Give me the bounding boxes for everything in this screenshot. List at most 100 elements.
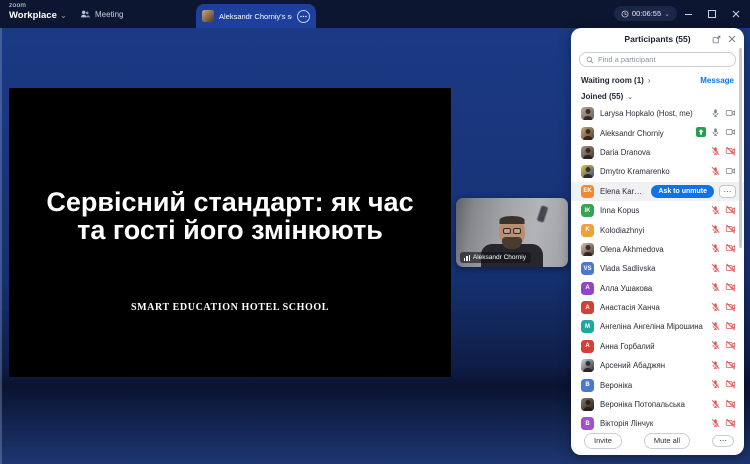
joined-section-row[interactable]: Joined (55) ⌄ — [571, 89, 744, 104]
slide-title-line2: та гості його змінюють — [9, 216, 451, 244]
participant-row[interactable]: AАнастасія Ханча — [571, 298, 744, 317]
mic-icon — [711, 105, 720, 123]
close-panel-icon[interactable] — [728, 35, 736, 43]
meeting-timer[interactable]: 00:06:55 ⌄ — [614, 6, 677, 21]
participant-avatar: A — [581, 282, 594, 295]
tab-meeting-label: Meeting — [95, 10, 123, 19]
close-window-button[interactable] — [724, 0, 748, 28]
camera-off-icon — [725, 221, 736, 239]
mic-muted-icon — [711, 376, 720, 394]
mic-muted-icon — [711, 279, 720, 297]
tab-shared-screen-label: Aleksandr Chorniy's screen — [219, 12, 292, 21]
logo-zoom-text: zoom — [9, 3, 57, 10]
mic-muted-icon — [711, 240, 720, 258]
close-icon — [732, 10, 740, 18]
share-tab-more-icon[interactable] — [297, 10, 310, 23]
participant-row[interactable]: Aleksandr Chorniy — [571, 123, 744, 142]
participant-avatar: VS — [581, 262, 594, 275]
mic-icon — [711, 124, 720, 142]
waiting-room-label: Waiting room (1) — [581, 76, 644, 85]
participant-row[interactable]: VSVlada Sadlivska — [571, 259, 744, 278]
participant-name: Dmytro Kramarenko — [600, 167, 705, 176]
participant-avatar — [581, 359, 594, 372]
share-tab-avatar — [202, 10, 214, 22]
camera-icon — [725, 163, 736, 181]
logo-workplace-text: Workplace — [9, 11, 57, 21]
zoom-workplace-logo: zoom Workplace — [9, 3, 57, 20]
clock-icon — [621, 10, 629, 18]
presenter-video-thumbnail[interactable]: Aleksandr Chorniy — [456, 198, 568, 267]
window-controls — [676, 0, 748, 28]
participant-row[interactable]: Арсений Абаджян — [571, 356, 744, 375]
mic-muted-icon — [711, 221, 720, 239]
minimize-button[interactable] — [676, 0, 700, 28]
audio-level-icon — [464, 255, 470, 261]
invite-button[interactable]: Invite — [584, 433, 622, 449]
waiting-room-row[interactable]: Waiting room (1) › Message — [571, 71, 744, 89]
slide-footer-text: SMART EDUCATION HOTEL SCHOOL — [9, 302, 451, 313]
participant-name: Kolodiazhnyi — [600, 226, 705, 235]
participant-row[interactable]: IKInna Kopus — [571, 201, 744, 220]
participant-avatar: EK — [581, 185, 594, 198]
tab-shared-screen[interactable]: Aleksandr Chorniy's screen — [196, 4, 316, 28]
participant-row[interactable]: AАнна Горбалий — [571, 337, 744, 356]
search-participant-input[interactable]: Find a participant — [579, 52, 736, 67]
search-icon — [586, 56, 594, 64]
participant-avatar: K — [581, 224, 594, 237]
slide-title-line1: Сервісний стандарт: як час — [9, 188, 451, 216]
participant-row[interactable]: Olena Akhmedova — [571, 240, 744, 259]
video-name-label: Aleksandr Chorniy — [473, 254, 526, 261]
participant-row[interactable]: K Kolodiazhnyi — [571, 220, 744, 239]
maximize-button[interactable] — [700, 0, 724, 28]
participants-header: Participants (55) — [571, 28, 744, 50]
participant-avatar — [581, 165, 594, 178]
search-placeholder: Find a participant — [598, 55, 656, 64]
participant-row[interactable]: Dmytro Kramarenko — [571, 162, 744, 181]
participant-row[interactable]: ВВікторія Лінчук — [571, 414, 744, 431]
participant-more-button[interactable]: ⋯ — [719, 185, 736, 198]
mic-muted-icon — [711, 260, 720, 278]
workspace-chevron-down-icon[interactable]: ⌄ — [60, 11, 67, 20]
participant-list: Larysa Hopkalo (Host, me)Aleksandr Chorn… — [571, 104, 744, 431]
participant-row[interactable]: Вероніка Потопальська — [571, 395, 744, 414]
participants-panel: Participants (55) Find a participant Wai… — [571, 28, 744, 455]
participant-avatar: IK — [581, 204, 594, 217]
participant-row[interactable]: MАнгеліна Ангеліна Мірошина — [571, 317, 744, 336]
tab-meeting[interactable]: Meeting — [80, 0, 123, 28]
participant-name: Анна Горбалий — [600, 342, 705, 351]
mute-all-button[interactable]: Mute all — [644, 433, 690, 449]
participant-row[interactable]: AАлла Ушакова — [571, 279, 744, 298]
participant-name: Арсений Абаджян — [600, 361, 705, 370]
slide-title: Сервісний стандарт: як час та гості його… — [9, 188, 451, 244]
mic-muted-icon — [711, 415, 720, 431]
participant-avatar — [581, 107, 594, 120]
camera-off-icon — [725, 337, 736, 355]
mic-muted-icon — [711, 143, 720, 161]
camera-off-icon — [725, 143, 736, 161]
camera-off-icon — [725, 376, 736, 394]
participant-name: Вікторія Лінчук — [600, 419, 705, 428]
participant-row[interactable]: ВВероніка — [571, 375, 744, 394]
title-bar: zoom Workplace ⌄ Meeting Aleksandr Chorn… — [0, 0, 750, 28]
pop-out-icon[interactable] — [712, 35, 721, 44]
camera-off-icon — [725, 357, 736, 375]
participant-row[interactable]: Daria Dranova — [571, 143, 744, 162]
footer-more-button[interactable]: ⋯ — [712, 435, 734, 447]
participant-row[interactable]: Larysa Hopkalo (Host, me) — [571, 104, 744, 123]
message-link[interactable]: Message — [700, 76, 734, 85]
participant-name: Daria Dranova — [600, 148, 705, 157]
participant-name: Elena Karolop — [600, 187, 645, 196]
participant-avatar — [581, 127, 594, 140]
participant-name: Анастасія Ханча — [600, 303, 705, 312]
zoom-window: zoom Workplace ⌄ Meeting Aleksandr Chorn… — [0, 0, 750, 464]
ask-to-unmute-button[interactable]: Ask to unmute — [651, 185, 714, 198]
screen-share-icon — [696, 124, 706, 142]
participant-name: Olena Akhmedova — [600, 245, 705, 254]
panel-scrollbar[interactable] — [739, 48, 742, 248]
participant-row[interactable]: EK Elena Karolop Ask to unmute ⋯ — [571, 182, 744, 201]
mic-muted-icon — [711, 202, 720, 220]
camera-off-icon — [725, 299, 736, 317]
camera-off-icon — [725, 240, 736, 258]
mic-muted-icon — [711, 318, 720, 336]
window-left-edge — [0, 28, 2, 464]
